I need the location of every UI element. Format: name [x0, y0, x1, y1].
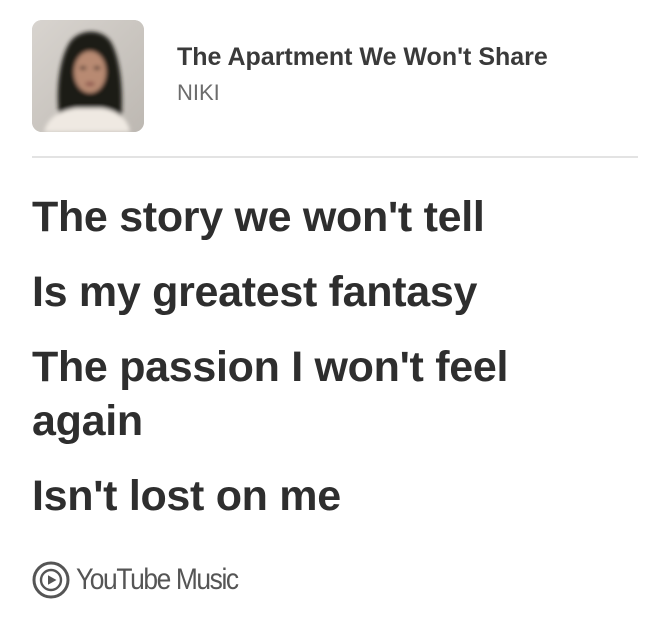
youtube-music-play-icon [32, 561, 70, 599]
artist-name: NIKI [177, 80, 220, 105]
lyrics-share-card: The Apartment We Won't Share NIKI The st… [0, 0, 670, 632]
song-info: The Apartment We Won't Share NIKI [177, 42, 637, 106]
lyric-line: The passion I won't feel again [32, 343, 509, 445]
lyric-line: The story we won't tell [32, 193, 485, 241]
brand-name: YouTube Music [76, 563, 239, 596]
song-title: The Apartment We Won't Share [177, 43, 548, 71]
album-art-image [32, 20, 144, 132]
youtube-music-brand: YouTube Music [32, 560, 260, 600]
lyric-line: Isn't lost on me [32, 472, 341, 520]
divider [32, 156, 638, 158]
lyrics-block: The story we won't tell Is my greatest f… [32, 190, 638, 544]
song-header: The Apartment We Won't Share NIKI [32, 20, 638, 132]
album-art [32, 20, 144, 132]
lyric-line: Is my greatest fantasy [32, 268, 478, 316]
